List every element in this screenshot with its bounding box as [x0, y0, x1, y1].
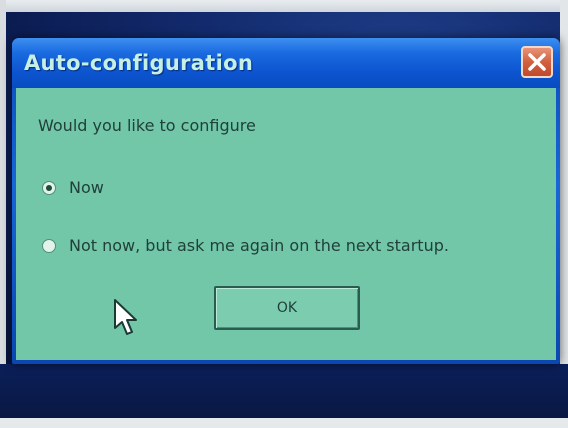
radio-label-not-now: Not now, but ask me again on the next st…	[69, 236, 449, 255]
radio-option-not-now[interactable]: Not now, but ask me again on the next st…	[42, 236, 449, 255]
close-icon	[528, 53, 546, 71]
radio-button-now[interactable]	[42, 180, 56, 195]
radio-selected-dot	[46, 184, 52, 191]
dialog-title: Auto-configuration	[24, 51, 254, 75]
photo-border-top	[0, 0, 568, 12]
configure-prompt: Would you like to configure	[38, 116, 256, 135]
radio-option-now[interactable]: Now	[42, 178, 104, 197]
ok-button[interactable]: OK	[214, 286, 360, 330]
radio-button-not-now[interactable]	[42, 238, 56, 253]
auto-configuration-dialog: Auto-configuration Would you like to con…	[12, 38, 560, 364]
close-button[interactable]	[521, 46, 553, 78]
radio-label-now: Now	[69, 178, 104, 197]
dialog-body: Would you like to configure Now Not now,…	[16, 88, 556, 360]
ok-button-label: OK	[276, 300, 298, 316]
mouse-pointer-icon	[114, 299, 137, 335]
dialog-titlebar[interactable]: Auto-configuration	[12, 38, 560, 88]
desktop-bottom	[0, 364, 568, 424]
screen: Auto-configuration Would you like to con…	[0, 0, 568, 428]
photo-border-bottom	[0, 418, 568, 428]
